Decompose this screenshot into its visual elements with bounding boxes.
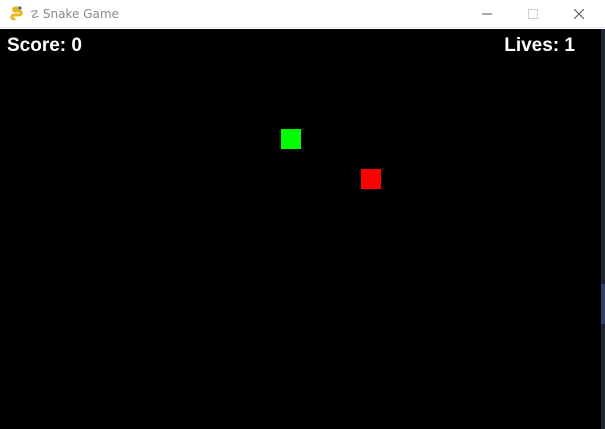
maximize-button[interactable] (510, 0, 556, 28)
score-label: Score: 0 (7, 35, 82, 56)
close-button[interactable] (556, 0, 602, 28)
maximize-icon (528, 9, 538, 19)
minimize-button[interactable] (464, 0, 510, 28)
snake-glyph-icon: ☡ (30, 8, 40, 21)
window-title-text: Snake Game (42, 7, 119, 21)
pygame-snake-icon (9, 5, 25, 21)
close-icon (574, 9, 584, 19)
background-desktop-band (601, 284, 605, 324)
game-canvas[interactable]: Score: 0 Lives: 1 (0, 29, 601, 429)
snake-head (281, 129, 301, 149)
title-bar[interactable]: ☡ Snake Game (0, 0, 605, 28)
background-desktop-edge (601, 29, 605, 429)
window-title: ☡ Snake Game (30, 6, 119, 23)
lives-label: Lives: 1 (504, 35, 575, 56)
food-item (361, 169, 381, 189)
snake-game-window: ☡ Snake Game Score: 0 Lives: 1 (0, 0, 605, 429)
minimize-icon (482, 13, 492, 15)
